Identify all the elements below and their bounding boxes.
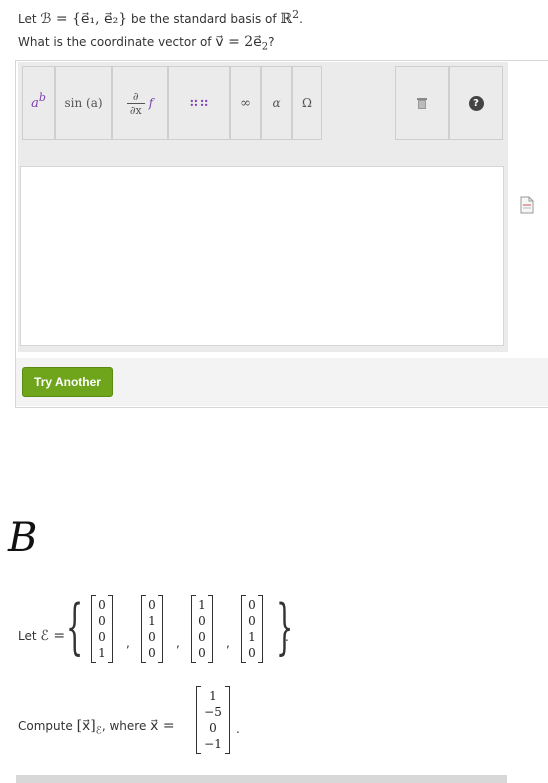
bottom-bar [16, 775, 507, 783]
basis-vector-4-entry: 1 [248, 630, 256, 644]
x-vector-column: 1 −5 0 −1 [196, 686, 230, 754]
let-text: Let [18, 12, 37, 26]
left-brace: { [66, 592, 84, 662]
compute-text: Compute [x⃗]ℰ, where x⃗ = [18, 718, 175, 736]
derivative-fraction: ∂ ∂x [126, 89, 145, 117]
bracket-tick [208, 595, 212, 596]
basis-let-text: Let ℰ = [18, 628, 65, 644]
basis-period: . [285, 630, 289, 644]
question-text: What is the coordinate vector of [18, 35, 212, 49]
matrix-icon: ⠶⠶ [188, 95, 210, 111]
trash-button[interactable] [395, 66, 449, 140]
omega-symbol: Ω [302, 96, 312, 110]
basis-vector-1-entry: 0 [98, 598, 106, 612]
x-vector-column-entry: −5 [204, 705, 222, 719]
basis-vector-2-entry: 1 [148, 614, 156, 628]
basis-vector-1-entry: 1 [98, 646, 106, 660]
bracket-tick [208, 662, 212, 663]
bracket-tick [197, 686, 201, 687]
basis-vector-1: 0 0 0 1 [91, 595, 113, 663]
bracket-tick [258, 662, 262, 663]
right-brace: } [276, 592, 294, 662]
vector-math: v⃗ = 2e⃗ [215, 34, 262, 50]
bracket-tick [225, 753, 229, 754]
alpha-button[interactable]: α [261, 66, 292, 140]
bracket-tick [258, 595, 262, 596]
bracket-tick [142, 662, 146, 663]
basis-vector-1-entry: 0 [98, 630, 106, 644]
basis-vector-4-entry: 0 [248, 646, 256, 660]
trash-icon [417, 98, 427, 109]
basis-vector-4-entry: 0 [248, 598, 256, 612]
bracket-tick [158, 595, 162, 596]
answer-input[interactable] [20, 166, 504, 346]
bracket-tick [225, 686, 229, 687]
basis-vector-4: 0 0 1 0 [241, 595, 263, 663]
try-another-button[interactable]: Try Another [22, 367, 113, 397]
compute-math: [x⃗] [76, 718, 96, 734]
infinity-button[interactable]: ∞ [230, 66, 261, 140]
question-line-1: Let ℬ = {e⃗₁, e⃗₂} be the standard basis… [18, 8, 303, 27]
comma-1: , [126, 636, 130, 650]
basis-vector-3-entry: 0 [198, 646, 206, 660]
handwritten-label: B [8, 515, 38, 561]
derivative-top: ∂ [132, 89, 139, 103]
bracket-tick [142, 595, 146, 596]
power-base: a [31, 95, 39, 111]
basis-math: ℬ = {e⃗₁, e⃗₂} [40, 11, 128, 27]
question-mark: ? [268, 35, 275, 49]
basis-desc: be the standard basis of [131, 12, 277, 26]
x-period: . [236, 722, 240, 736]
x-vector-column-entry: −1 [204, 737, 222, 751]
matrix-button[interactable]: ⠶⠶ [168, 66, 230, 140]
bracket-tick [197, 753, 201, 754]
power-exponent: b [38, 90, 46, 104]
basis-vector-2-entry: 0 [148, 630, 156, 644]
bracket-tick [108, 595, 112, 596]
bracket-tick [92, 595, 96, 596]
bracket-tick [192, 662, 196, 663]
omega-button[interactable]: Ω [292, 66, 322, 140]
basis-vector-2-entry: 0 [148, 598, 156, 612]
basis-vector-3-entry: 0 [198, 630, 206, 644]
help-button[interactable]: ? [449, 66, 503, 140]
x-math: x⃗ = [150, 718, 175, 734]
bracket-tick [242, 595, 246, 596]
derivative-button[interactable]: ∂ ∂x f [112, 66, 168, 140]
power-button[interactable]: ab [22, 66, 55, 140]
basis-vector-2: 0 1 0 0 [141, 595, 163, 663]
reals-symbol: ℝ [280, 11, 293, 27]
bracket-tick [92, 662, 96, 663]
basis-symbol: ℰ = [40, 628, 66, 644]
basis-vector-4-entry: 0 [248, 614, 256, 628]
line1-period: . [299, 12, 303, 26]
x-vector-column-entry: 1 [209, 689, 217, 703]
bracket-tick [158, 662, 162, 663]
basis-vector-1-entry: 0 [98, 614, 106, 628]
bracket-tick [242, 662, 246, 663]
infinity-symbol: ∞ [240, 95, 251, 111]
bracket-tick [192, 595, 196, 596]
bracket-tick [108, 662, 112, 663]
basis-vector-3: 1 0 0 0 [191, 595, 213, 663]
reals-exponent: 2 [292, 8, 300, 21]
compute-where: , where [101, 719, 147, 733]
question-line-2: What is the coordinate vector of v⃗ = 2e… [18, 34, 275, 52]
help-icon: ? [468, 95, 484, 111]
basis-vector-3-entry: 0 [198, 614, 206, 628]
sin-label: sin (a) [64, 96, 103, 110]
compute-prefix: Compute [18, 719, 73, 733]
derivative-f: f [148, 96, 154, 110]
derivative-bottom: ∂x [129, 103, 142, 117]
basis-vector-2-entry: 0 [148, 646, 156, 660]
let2-text: Let [18, 629, 37, 643]
sin-button[interactable]: sin (a) [55, 66, 112, 140]
x-vector-column-entry: 0 [209, 721, 217, 735]
comma-3: , [226, 636, 230, 650]
document-icon[interactable] [519, 196, 535, 218]
comma-2: , [176, 636, 180, 650]
alpha-symbol: α [272, 96, 281, 110]
basis-vector-3-entry: 1 [198, 598, 206, 612]
